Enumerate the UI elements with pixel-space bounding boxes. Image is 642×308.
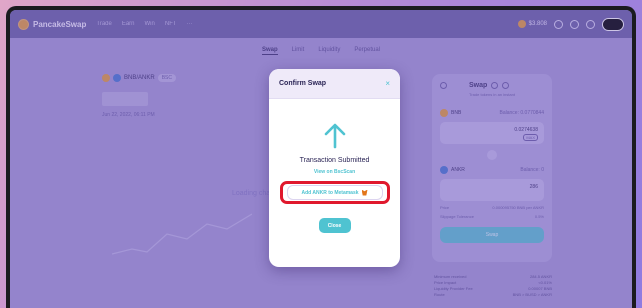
transaction-status: Transaction Submitted xyxy=(299,157,370,164)
app-window: PancakeSwap Trade Earn Win NFT ··· $3.80… xyxy=(10,10,632,308)
close-button[interactable]: Close xyxy=(318,218,351,233)
device-frame: PancakeSwap Trade Earn Win NFT ··· $3.80… xyxy=(6,6,636,308)
modal-body: Transaction Submitted View on BscScan Ad… xyxy=(269,99,400,233)
arrow-up-icon xyxy=(324,123,345,149)
confirm-swap-modal: Confirm Swap × Transaction Submitted Vie… xyxy=(269,69,400,267)
modal-title: Confirm Swap xyxy=(279,80,327,87)
close-icon[interactable]: × xyxy=(385,79,390,88)
red-highlight-annotation xyxy=(279,181,390,204)
view-on-bscscan-link[interactable]: View on BscScan xyxy=(314,169,355,175)
add-token-metamask-button[interactable]: Add ANKR to Metamask xyxy=(279,181,390,204)
modal-header: Confirm Swap × xyxy=(269,69,400,99)
